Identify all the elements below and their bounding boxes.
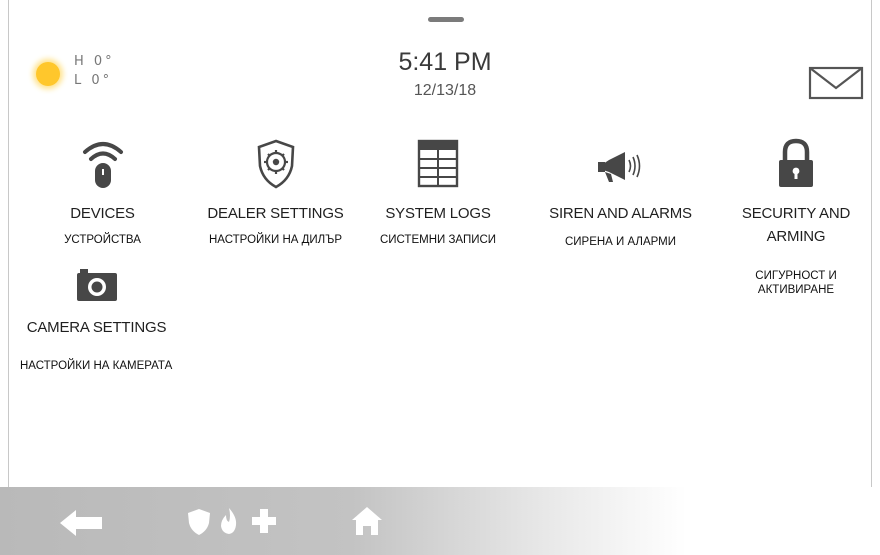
pull-down-handle[interactable] (428, 17, 464, 22)
tile-security-and-arming[interactable]: SECURITY AND ARMING СИГУРНОСТ И АКТИВИРА… (730, 138, 862, 297)
tile-security-and-arming-label-line2: ARMING (766, 228, 826, 245)
sun-icon (36, 62, 60, 86)
tile-security-and-arming-translation-line2: АКТИВИРАНЕ (757, 284, 835, 296)
date-display: 12/13/18 (413, 82, 477, 99)
back-arrow-icon[interactable] (58, 507, 104, 539)
medical-cross-icon[interactable] (250, 507, 278, 535)
tile-siren-and-alarms-translation: СИРЕНА И АЛАРМИ (564, 236, 677, 248)
tile-dealer-settings-translation: НАСТРОЙКИ НА ДИЛЪР (208, 234, 342, 246)
tile-devices-label: DEVICES (70, 205, 135, 222)
tile-devices-translation: УСТРОЙСТВА (64, 234, 141, 246)
tile-camera-settings[interactable]: CAMERA SETTINGS (14, 264, 179, 338)
tile-system-logs[interactable]: SYSTEM LOGS СИСТЕМНИ ЗАПИСИ (363, 138, 513, 247)
tile-security-and-arming-label-line1: SECURITY AND (741, 205, 851, 222)
high-temperature: H 0° (74, 54, 115, 69)
time-display: 5:41 PM (398, 48, 492, 76)
gear-shield-icon (257, 139, 294, 189)
tile-camera-settings-label: CAMERA SETTINGS (26, 319, 167, 336)
tile-security-and-arming-translation-line1: СИГУРНОСТ И (755, 270, 837, 282)
tile-devices[interactable]: DEVICES УСТРОЙСТВА (40, 138, 165, 247)
table-icon (417, 139, 459, 188)
tile-system-logs-label: SYSTEM LOGS (385, 205, 491, 222)
camera-icon (76, 269, 117, 301)
fire-icon[interactable] (218, 506, 240, 536)
padlock-icon (779, 138, 813, 187)
tile-dealer-settings[interactable]: DEALER SETTINGS НАСТРОЙКИ НА ДИЛЪР (178, 138, 373, 247)
home-icon[interactable] (350, 505, 384, 537)
wifi-device-icon (82, 142, 123, 188)
megaphone-icon (597, 152, 640, 182)
tile-camera-settings-translation: НАСТРОЙКИ НА КАМЕРАТА (20, 360, 173, 372)
tile-siren-and-alarms[interactable]: SIREN AND ALARMS СИРЕНА И АЛАРМИ (533, 138, 708, 249)
shield-icon[interactable] (186, 507, 212, 537)
tile-system-logs-translation: СИСТЕМНИ ЗАПИСИ (379, 234, 497, 246)
weather-widget[interactable]: H 0° L 0° (30, 54, 180, 94)
envelope-icon[interactable] (808, 64, 864, 102)
tile-dealer-settings-label: DEALER SETTINGS (207, 205, 344, 222)
tile-siren-and-alarms-label: SIREN AND ALARMS (549, 205, 692, 222)
bottom-navigation-bar (0, 487, 880, 555)
clock-widget: 5:41 PM 12/13/18 (340, 48, 550, 100)
low-temperature: L 0° (74, 73, 113, 88)
